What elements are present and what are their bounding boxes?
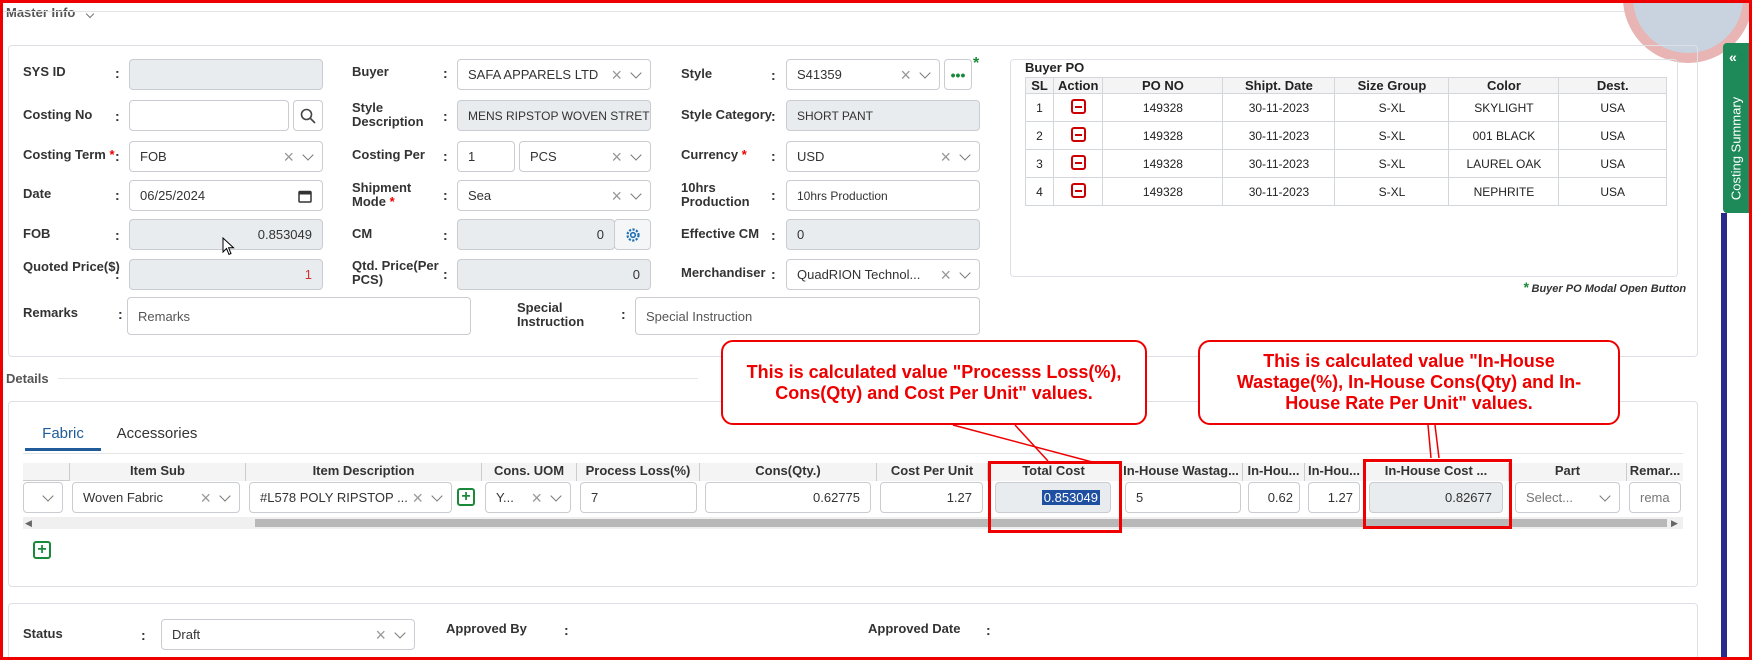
annotation-callout-right: This is calculated value "In-House Wasta…: [1198, 340, 1620, 425]
total-cost-highlight: [988, 461, 1122, 533]
inhouse-cost-highlight: [1363, 459, 1512, 529]
screen: Master Info SYS ID : Costing No : Costin…: [0, 0, 1752, 660]
annotation-callout-left: This is calculated value "Processs Loss(…: [721, 340, 1147, 425]
annotation-pointers: [952, 424, 1440, 464]
